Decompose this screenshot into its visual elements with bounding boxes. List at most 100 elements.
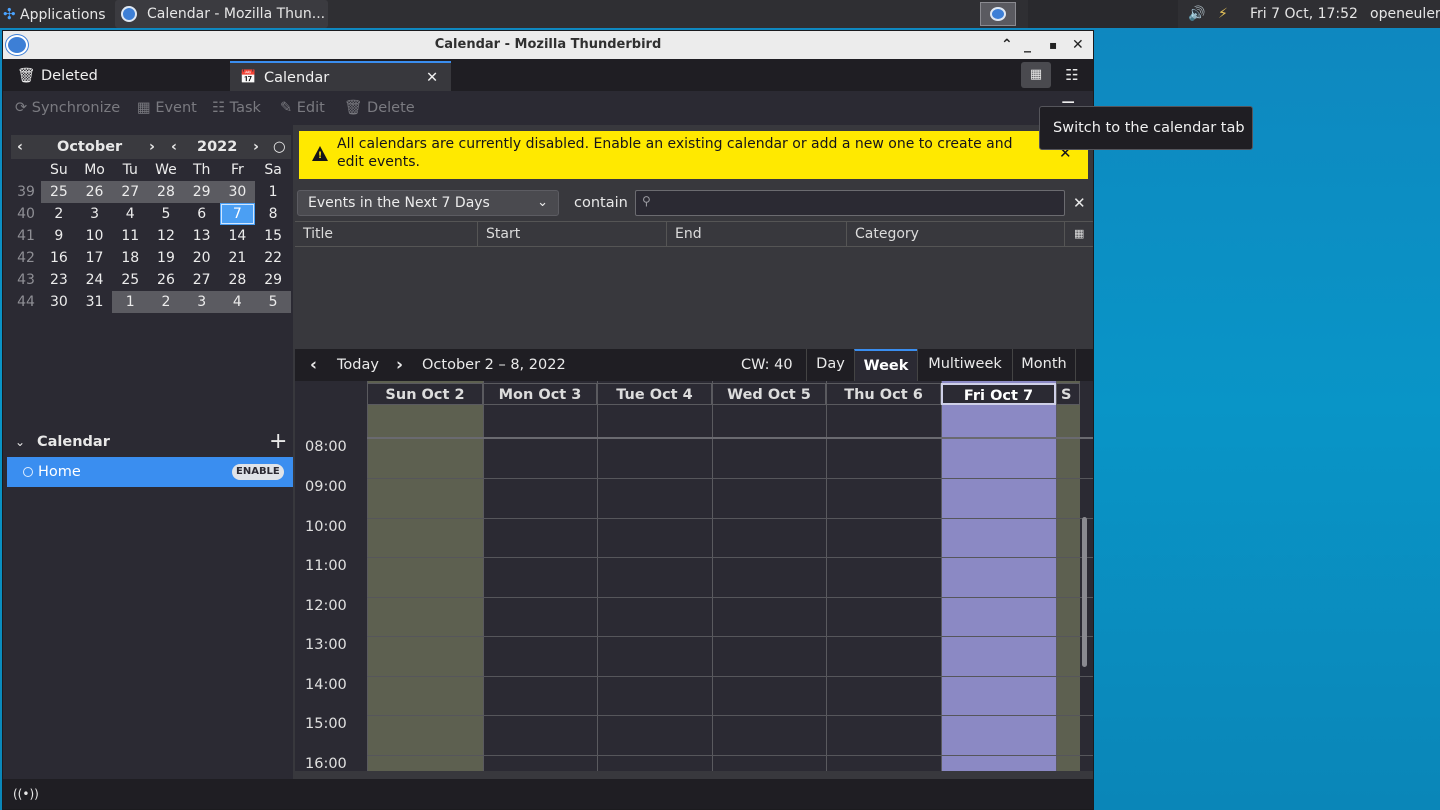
day-column-sun[interactable] [367, 381, 483, 771]
event-search-input[interactable] [658, 193, 1058, 213]
day-column-sat[interactable] [1056, 381, 1080, 771]
mini-day[interactable]: 3 [77, 203, 113, 225]
mini-day[interactable]: 8 [255, 203, 291, 225]
window-maximize-button[interactable]: ▪ [1049, 31, 1057, 59]
taskbar-thunderbird[interactable]: Calendar - Mozilla Thun... [115, 0, 328, 28]
today-circle-icon[interactable]: ○ [273, 135, 286, 159]
mini-day[interactable]: 29 [255, 269, 291, 291]
synchronize-button[interactable]: ⟳ Synchronize [15, 91, 120, 125]
mini-day[interactable]: 1 [112, 291, 149, 313]
edit-button[interactable]: ✎ Edit [280, 91, 325, 125]
enable-calendar-button[interactable]: ENABLE [232, 464, 284, 480]
day-header-sat[interactable]: S [1056, 383, 1080, 405]
day-header-wed[interactable]: Wed Oct 5 [712, 383, 826, 405]
prev-month-icon[interactable]: ‹ [17, 135, 23, 159]
mini-day[interactable]: 25 [41, 181, 77, 203]
day-header-tue[interactable]: Tue Oct 4 [597, 383, 712, 405]
calendar-tab-button[interactable]: ▦ [1021, 62, 1051, 88]
tab-deleted[interactable]: 🗑 Deleted [7, 61, 229, 91]
day-header-thu[interactable]: Thu Oct 6 [826, 383, 941, 405]
mini-day[interactable]: 4 [219, 291, 256, 313]
mini-day-today[interactable]: 7 [219, 203, 256, 225]
tasks-tab-button[interactable]: ☷ [1057, 62, 1087, 88]
day-column-mon[interactable] [483, 381, 597, 771]
mini-day[interactable]: 26 [76, 181, 113, 203]
mini-year[interactable]: 2022 [197, 135, 237, 159]
day-column-tue[interactable] [597, 381, 712, 771]
prev-week-icon[interactable]: ‹ [310, 349, 317, 381]
tab-calendar[interactable]: 📅 Calendar ✕ [230, 61, 451, 91]
mini-day[interactable]: 16 [41, 247, 77, 269]
window-close-button[interactable]: ✕ [1072, 31, 1084, 59]
mini-day[interactable]: 27 [112, 181, 149, 203]
mini-day[interactable]: 9 [41, 225, 77, 247]
view-month-tab[interactable]: Month [1012, 349, 1076, 381]
mini-day[interactable]: 3 [183, 291, 220, 313]
mini-day[interactable]: 11 [112, 225, 148, 247]
mini-day[interactable]: 4 [112, 203, 148, 225]
chevron-down-icon[interactable]: ⌄ [15, 427, 25, 457]
applications-menu[interactable]: ✣ Applications [3, 0, 106, 28]
day-header-sun[interactable]: Sun Oct 2 [367, 383, 483, 405]
volume-icon[interactable]: 🔊 [1188, 0, 1205, 28]
mini-day[interactable]: 24 [77, 269, 113, 291]
mini-day[interactable]: 25 [112, 269, 148, 291]
mini-day[interactable]: 5 [148, 203, 184, 225]
mini-day[interactable]: 10 [77, 225, 113, 247]
online-status-icon[interactable]: ((•)) [13, 779, 39, 809]
close-tab-icon[interactable]: ✕ [426, 63, 438, 93]
next-week-icon[interactable]: › [396, 349, 403, 381]
column-picker-icon[interactable]: ▦ [1074, 222, 1084, 246]
mini-day[interactable]: 19 [148, 247, 184, 269]
mini-day[interactable]: 30 [219, 181, 256, 203]
column-category[interactable]: Category [855, 222, 919, 246]
mini-day[interactable]: 21 [220, 247, 256, 269]
mini-day[interactable]: 30 [41, 291, 77, 313]
mini-day[interactable]: 6 [184, 203, 220, 225]
window-minimize-button[interactable]: _ [1024, 31, 1031, 59]
day-column-thu[interactable] [826, 381, 941, 771]
window-shade-button[interactable]: ⌃ [1001, 31, 1013, 59]
mini-day[interactable]: 23 [41, 269, 77, 291]
view-day-tab[interactable]: Day [806, 349, 854, 381]
mini-day[interactable]: 20 [184, 247, 220, 269]
delete-button[interactable]: 🗑 Delete [344, 91, 415, 125]
mini-day[interactable]: 2 [41, 203, 77, 225]
workspace-switcher[interactable] [980, 2, 1016, 26]
event-search-box[interactable]: ⚲ [635, 190, 1065, 216]
calendar-list-header[interactable]: ⌄ Calendar + [3, 427, 293, 457]
event-filter-select[interactable]: Events in the Next 7 Days ⌄ [297, 190, 559, 216]
day-header-mon[interactable]: Mon Oct 3 [483, 383, 597, 405]
mini-day[interactable]: 28 [220, 269, 256, 291]
view-week-tab[interactable]: Week [854, 349, 917, 381]
network-icon[interactable]: ⚡ [1218, 0, 1228, 28]
view-multiweek-tab[interactable]: Multiweek [917, 349, 1012, 381]
add-calendar-icon[interactable]: + [269, 427, 287, 457]
new-task-button[interactable]: ☷ Task [212, 91, 261, 125]
mini-day[interactable]: 13 [184, 225, 220, 247]
clear-search-icon[interactable]: ✕ [1073, 190, 1086, 216]
day-header-fri-today[interactable]: Fri Oct 7 [941, 383, 1056, 405]
mini-day[interactable]: 29 [183, 181, 220, 203]
column-start[interactable]: Start [486, 222, 520, 246]
column-end[interactable]: End [675, 222, 702, 246]
mini-day[interactable]: 5 [255, 291, 291, 313]
today-button[interactable]: Today [337, 349, 379, 381]
mini-day[interactable]: 1 [255, 181, 291, 203]
next-month-icon[interactable]: › [149, 135, 155, 159]
mini-day[interactable]: 18 [112, 247, 148, 269]
vertical-scrollbar[interactable] [1082, 517, 1087, 667]
mini-day[interactable]: 31 [77, 291, 113, 313]
mini-day[interactable]: 14 [220, 225, 256, 247]
day-column-wed[interactable] [712, 381, 826, 771]
column-title[interactable]: Title [303, 222, 333, 246]
mini-day[interactable]: 26 [148, 269, 184, 291]
panel-clock[interactable]: Fri 7 Oct, 17:52 [1250, 0, 1358, 28]
mini-day[interactable]: 2 [148, 291, 184, 313]
mini-day[interactable]: 15 [255, 225, 291, 247]
mini-day[interactable]: 27 [184, 269, 220, 291]
calendar-item-home[interactable]: Home ENABLE [7, 457, 293, 487]
mini-day[interactable]: 28 [148, 181, 184, 203]
mini-day[interactable]: 22 [255, 247, 291, 269]
mini-day[interactable]: 12 [148, 225, 184, 247]
